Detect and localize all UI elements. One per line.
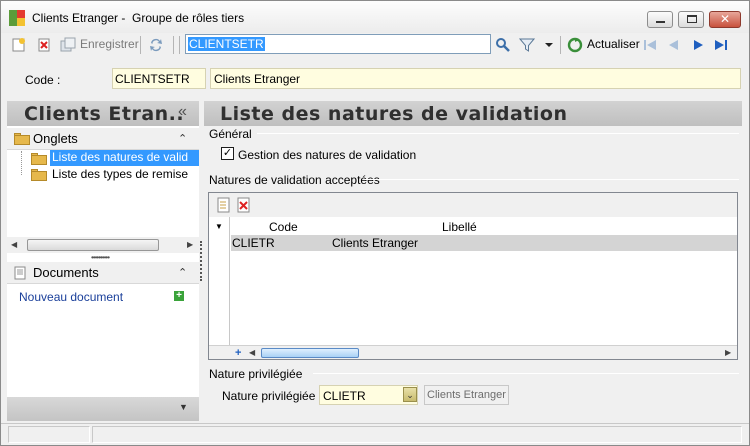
search-input[interactable]: CLIENTSETR: [185, 34, 491, 54]
refresh-icon[interactable]: [148, 37, 164, 53]
gestion-natures-checkbox[interactable]: ✓: [221, 147, 234, 160]
folder-icon: [14, 133, 30, 145]
search-input-value[interactable]: CLIENTSETR: [188, 37, 265, 51]
app-icon: [9, 10, 25, 26]
actualiser-icon: [567, 37, 583, 53]
gestion-natures-label: Gestion des natures de validation: [238, 148, 417, 162]
tree-item-natures-validation[interactable]: Liste des natures de valid: [50, 150, 199, 166]
collapse-panel-icon[interactable]: «: [178, 103, 187, 121]
new-doc-icon[interactable]: [11, 37, 27, 53]
toolbar-separator: [173, 36, 174, 54]
search-icon[interactable]: [495, 37, 511, 53]
previous-record-icon[interactable]: [666, 37, 682, 53]
save-button[interactable]: Enregistrer: [80, 37, 139, 51]
scroll-left-icon[interactable]: ◀: [11, 240, 17, 249]
privileged-libelle-field: Clients Etranger: [424, 385, 509, 405]
new-document-link[interactable]: Nouveau document: [19, 290, 123, 304]
documents-section-header[interactable]: Documents ⌃: [7, 262, 199, 284]
row-indicator-column: [229, 217, 230, 345]
minimize-button[interactable]: [647, 11, 673, 28]
scroll-right-icon[interactable]: ▶: [725, 348, 731, 357]
privileged-label: Nature privilégiée :: [222, 389, 323, 403]
toolbar-separator: [179, 36, 180, 54]
close-icon: ✕: [719, 12, 731, 26]
onglets-section-header[interactable]: Onglets ⌃: [7, 128, 199, 150]
left-panel-footer: ▼: [7, 397, 199, 421]
left-horizontal-scrollbar[interactable]: ◀ ▶: [7, 237, 199, 253]
scroll-right-icon[interactable]: ▶: [187, 240, 193, 249]
window-title: Clients Etranger - Groupe de rôles tiers: [32, 11, 245, 25]
page-title: Liste des natures de validation: [220, 103, 568, 125]
status-cell: [92, 426, 742, 443]
grid-header: ▼ Code Libellé: [209, 219, 737, 235]
tree-line: [21, 151, 22, 175]
group-divider: [257, 133, 739, 134]
grid-add-icon[interactable]: +: [235, 347, 241, 359]
filter-icon[interactable]: [519, 37, 535, 53]
column-header-code[interactable]: Code: [269, 220, 298, 234]
status-cell: [8, 426, 90, 443]
table-row[interactable]: CLIETR Clients Etranger: [231, 235, 737, 251]
next-record-icon[interactable]: [690, 37, 706, 53]
folder-open-icon: [31, 153, 47, 165]
chevron-up-icon[interactable]: ⌃: [178, 132, 187, 145]
onglets-label: Onglets: [33, 131, 78, 146]
chevron-down-icon[interactable]: ⌄: [403, 387, 417, 402]
left-panel-title: Clients Etran..: [24, 103, 185, 125]
delete-row-icon[interactable]: [237, 197, 251, 213]
splitter-handle[interactable]: ••••••••••: [91, 253, 110, 262]
chevron-up-icon[interactable]: ⌃: [178, 266, 187, 279]
column-header-libelle[interactable]: Libellé: [442, 220, 477, 234]
chevron-down-icon[interactable]: ▼: [179, 402, 188, 412]
group-divider: [365, 179, 739, 180]
delete-icon[interactable]: [36, 37, 52, 53]
left-panel-header: Clients Etran.. «: [7, 101, 199, 126]
grid-horizontal-scrollbar[interactable]: + ◀ ▶: [209, 345, 737, 359]
filter-dropdown-icon[interactable]: [541, 37, 557, 53]
toolbar: Enregistrer CLIENTSETR Actualiser: [1, 33, 749, 57]
cell-libelle: Clients Etranger: [332, 236, 419, 250]
accepted-group-title: Natures de validation acceptées: [209, 173, 380, 187]
maximize-button[interactable]: [678, 11, 704, 28]
last-record-icon[interactable]: [713, 37, 729, 53]
add-row-icon[interactable]: [217, 197, 231, 213]
toolbar-separator: [140, 36, 141, 54]
code-field[interactable]: CLIENTSETR: [112, 68, 206, 89]
main-window: Clients Etranger - Groupe de rôles tiers…: [0, 0, 750, 446]
documents-label: Documents: [33, 265, 99, 280]
toolbar-separator: [560, 36, 561, 54]
scroll-left-icon[interactable]: ◀: [249, 348, 255, 357]
row-selector-dropdown-icon[interactable]: ▼: [215, 222, 223, 231]
first-record-icon[interactable]: [642, 37, 658, 53]
main-header: Liste des natures de validation: [204, 101, 742, 126]
code-label: Code :: [25, 73, 61, 87]
documents-icon: [14, 266, 26, 280]
libelle-field[interactable]: Clients Etranger: [210, 68, 741, 89]
scroll-thumb[interactable]: [261, 348, 359, 358]
status-bar: [1, 423, 749, 445]
actualiser-button[interactable]: Actualiser: [587, 37, 640, 51]
cell-code: CLIETR: [232, 236, 275, 250]
title-bar: Clients Etranger - Groupe de rôles tiers…: [1, 1, 749, 33]
tree-item-types-remise[interactable]: Liste des types de remise: [52, 167, 199, 181]
add-document-icon[interactable]: +: [174, 291, 184, 301]
close-button[interactable]: ✕: [709, 11, 741, 28]
folder-icon: [31, 169, 47, 181]
group-divider: [313, 373, 739, 374]
left-panel: Clients Etran.. « Onglets ⌃ Liste des na…: [7, 101, 199, 421]
natures-grid: ▼ Code Libellé CLIETR Clients Etranger +…: [208, 192, 738, 360]
privileged-group-title: Nature privilégiée: [209, 367, 303, 381]
grid-toolbar: [209, 193, 737, 217]
save-icon: [60, 37, 76, 52]
maximize-icon: [687, 15, 697, 23]
scroll-thumb[interactable]: [27, 239, 159, 251]
minimize-icon: [656, 21, 665, 23]
vertical-splitter[interactable]: [200, 241, 202, 281]
general-group-title: Général: [209, 127, 252, 141]
